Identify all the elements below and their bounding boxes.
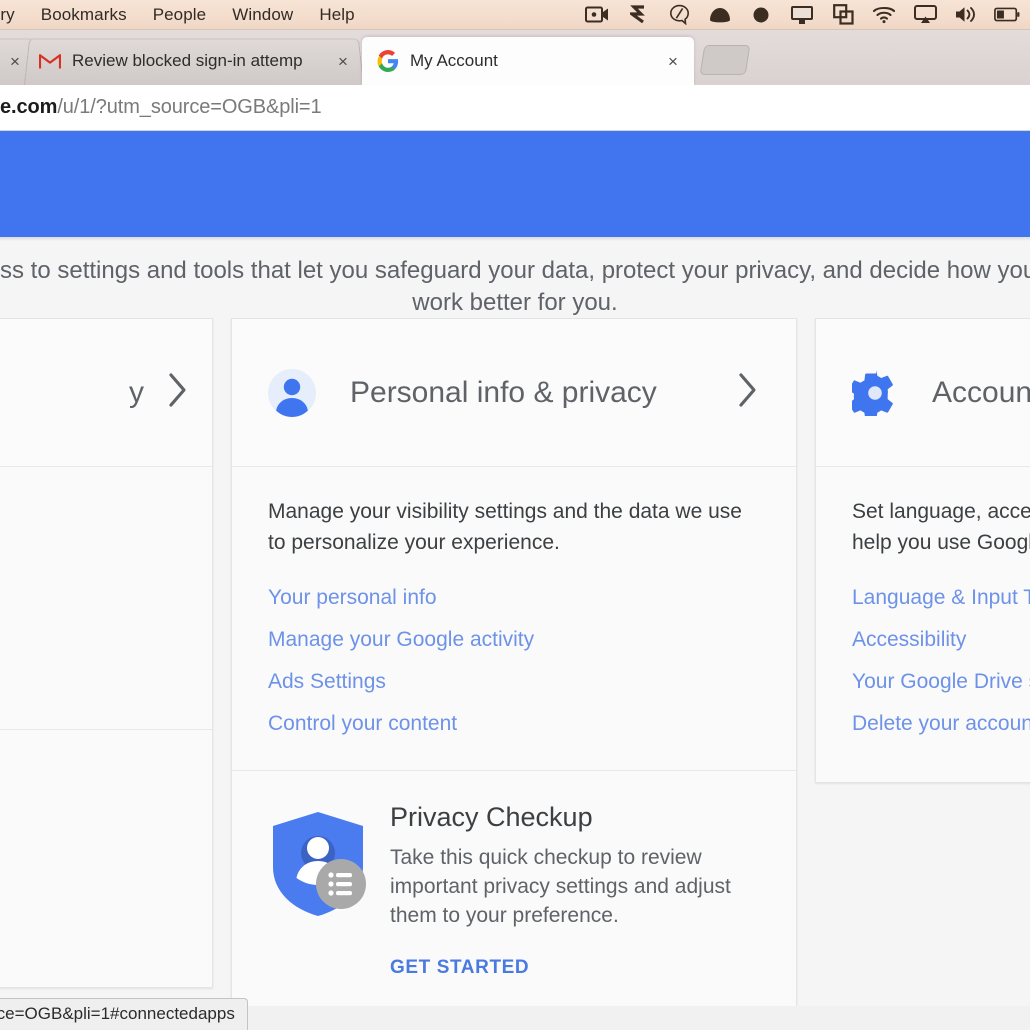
new-tab-button[interactable]	[699, 45, 751, 75]
privacy-checkup-title: Privacy Checkup	[390, 802, 593, 833]
card-title-personal-info: Personal info & privacy	[350, 375, 657, 409]
card-header[interactable]: y	[0, 319, 212, 467]
address-bar[interactable]: e.com/u/1/?utm_source=OGB&pli=1	[0, 85, 1030, 131]
link-ads-settings[interactable]: Ads Settings	[268, 670, 760, 694]
card-desc-account: Set language, acce help you use Googl	[852, 497, 1030, 558]
card-header-account[interactable]: Account	[816, 319, 1030, 467]
card-body-account: Set language, acce help you use Googl La…	[816, 467, 1030, 782]
subcard-title-left: up	[0, 754, 190, 787]
chevron-right-icon[interactable]	[166, 371, 190, 414]
privacy-shield-icon	[268, 809, 368, 924]
privacy-checkup-desc: Take this quick checkup to review import…	[390, 845, 731, 927]
duplicate-icon[interactable]	[830, 4, 856, 26]
menu-item-history[interactable]: tory	[0, 5, 15, 25]
close-icon[interactable]: ×	[662, 50, 684, 72]
card-title-account: Account	[932, 375, 1030, 409]
cards-row: y unt-access up t in just a few g your s…	[0, 318, 1030, 1006]
link-language-input-tools[interactable]: Language & Input T	[852, 586, 1030, 610]
card-body-left: unt-access	[0, 467, 212, 729]
card-account-preferences[interactable]: Account Set language, acce help you use …	[815, 318, 1030, 784]
battery-icon[interactable]	[994, 4, 1020, 26]
person-avatar-icon	[268, 368, 316, 417]
menu-bar-items: tory Bookmarks People Window Help	[0, 5, 355, 25]
close-icon[interactable]: ×	[332, 50, 354, 72]
page-intro-text: ss to settings and tools that let you sa…	[0, 241, 1030, 318]
display-icon[interactable]	[789, 4, 815, 26]
card-sign-in-security[interactable]: y unt-access up t in just a few g your s…	[0, 318, 213, 988]
page-banner	[0, 131, 1030, 237]
gear-icon	[852, 369, 898, 416]
card-body-personal-info: Manage your visibility settings and the …	[232, 467, 796, 770]
menu-item-help[interactable]: Help	[319, 5, 354, 25]
chevron-right-icon[interactable]	[736, 371, 760, 414]
link-control-your-content[interactable]: Control your content	[268, 712, 760, 736]
macos-menu-bar: tory Bookmarks People Window Help	[0, 0, 1030, 30]
link-your-google-drive-storage[interactable]: Your Google Drive s	[852, 670, 1030, 694]
tag-icon[interactable]	[666, 4, 692, 26]
url-path: /u/1/?utm_source=OGB&pli=1	[57, 96, 322, 118]
privacy-checkup-text: Privacy Checkup Take this quick checkup …	[390, 801, 760, 978]
browser-tab-gmail[interactable]: Review blocked sign-in attemp ×	[24, 37, 364, 85]
volume-icon[interactable]	[953, 4, 979, 26]
cloud-icon[interactable]	[707, 4, 733, 26]
wifi-icon[interactable]	[871, 4, 897, 26]
menu-bar-status-icons	[584, 4, 1030, 26]
video-camera-icon[interactable]	[584, 4, 610, 26]
card-personal-info-privacy[interactable]: Personal info & privacy Manage your visi…	[231, 318, 797, 1006]
link-your-personal-info[interactable]: Your personal info	[268, 586, 760, 610]
subcard-desc-left: t in just a few g your security	[0, 801, 190, 861]
close-icon[interactable]: ×	[4, 50, 26, 72]
tab-title-my-account: My Account	[410, 51, 498, 70]
intro-line-2: work better for you.	[412, 288, 618, 316]
dot-icon[interactable]	[748, 4, 774, 26]
card-links-personal-info: Your personal info Manage your Google ac…	[268, 586, 760, 736]
card-header-personal-info[interactable]: Personal info & privacy	[232, 319, 796, 467]
card-subsection-security-checkup[interactable]: up t in just a few g your security	[0, 729, 212, 987]
browser-tab-strip: × Review blocked sign-in attemp × My Acc…	[0, 30, 1030, 85]
link-manage-google-activity[interactable]: Manage your Google activity	[268, 628, 760, 652]
menu-item-window[interactable]: Window	[232, 5, 293, 25]
tab-title-gmail: Review blocked sign-in attemp	[72, 51, 303, 70]
status-bar-link-preview: rce=OGB&pli=1#connectedapps	[0, 998, 248, 1030]
page-content: ss to settings and tools that let you sa…	[0, 131, 1030, 1006]
url-host: e.com	[0, 96, 58, 118]
link-delete-your-account[interactable]: Delete your accoun	[852, 712, 1030, 736]
privacy-checkup-section: Privacy Checkup Take this quick checkup …	[232, 770, 796, 1006]
s-logo-icon[interactable]	[625, 4, 651, 26]
browser-tab-my-account[interactable]: My Account ×	[362, 37, 694, 85]
menu-item-bookmarks[interactable]: Bookmarks	[41, 5, 127, 25]
card-links-account: Language & Input T Accessibility Your Go…	[852, 586, 1030, 736]
airplay-icon[interactable]	[912, 4, 938, 26]
menu-item-people[interactable]: People	[153, 5, 207, 25]
card-desc-account-line-1: Set language, acce	[852, 500, 1030, 523]
card-desc-personal-info: Manage your visibility settings and the …	[268, 500, 742, 554]
gmail-icon	[38, 49, 62, 73]
card-desc-account-line-2: help you use Googl	[852, 530, 1030, 554]
intro-line-1: ss to settings and tools that let you sa…	[0, 257, 1030, 284]
google-icon	[376, 49, 400, 73]
get-started-button[interactable]: GET STARTED	[390, 957, 529, 979]
url-text: e.com/u/1/?utm_source=OGB&pli=1	[0, 96, 322, 119]
card-desc-left: unt-access	[0, 497, 190, 528]
card-title-left: y	[129, 375, 144, 409]
link-accessibility[interactable]: Accessibility	[852, 628, 1030, 652]
